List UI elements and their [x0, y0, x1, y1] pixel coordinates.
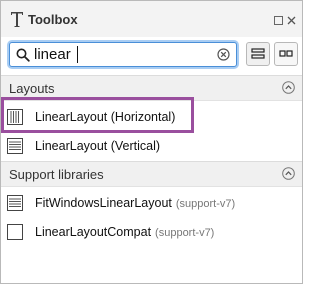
text-caret — [77, 46, 78, 63]
section-label: Layouts — [9, 81, 55, 96]
item-label: LinearLayoutCompat — [35, 225, 152, 239]
linear-layout-vertical-icon — [7, 138, 23, 154]
search-icon — [16, 48, 30, 62]
section-header-support-libraries[interactable]: Support libraries — [1, 161, 302, 187]
list-item[interactable]: FitWindowsLinearLayout (support-v7) — [1, 188, 302, 218]
list-item[interactable]: LinearLayout (Horizontal) — [1, 102, 302, 132]
list-view-button[interactable] — [246, 42, 270, 66]
clear-search-icon[interactable] — [217, 48, 230, 61]
item-label: FitWindowsLinearLayout — [35, 196, 172, 210]
grid-view-icon — [279, 50, 293, 57]
search-field[interactable] — [9, 42, 237, 67]
list-item[interactable]: LinearLayout (Vertical) — [1, 131, 302, 161]
close-icon[interactable] — [287, 16, 296, 25]
item-label: LinearLayout (Vertical) — [35, 139, 161, 153]
toolbox-panel: Toolbox Layouts — [0, 0, 303, 284]
chevron-up-icon[interactable] — [282, 81, 295, 94]
list-view-icon — [251, 48, 265, 59]
section-header-layouts[interactable]: Layouts — [1, 75, 302, 101]
toolbox-list: Layouts LinearLayout (Horizontal) Linear… — [1, 75, 302, 283]
linear-layout-horizontal-icon — [7, 109, 23, 125]
item-label: LinearLayout (Horizontal) — [35, 110, 176, 124]
item-sublabel: (support-v7) — [175, 198, 236, 210]
item-sublabel: (support-v7) — [155, 227, 215, 239]
maximize-icon[interactable] — [274, 16, 283, 25]
linear-layout-compat-icon — [7, 224, 23, 240]
chevron-up-icon[interactable] — [282, 167, 295, 180]
section-label: Support libraries — [9, 167, 104, 182]
panel-title: Toolbox — [28, 12, 78, 27]
list-item[interactable]: LinearLayoutCompat (support-v7) — [1, 217, 302, 247]
title-bar: Toolbox — [1, 1, 302, 37]
fit-windows-linear-layout-icon — [7, 195, 23, 211]
grid-view-button[interactable] — [274, 42, 298, 66]
toolbox-icon — [11, 12, 23, 27]
search-input[interactable] — [34, 44, 214, 64]
